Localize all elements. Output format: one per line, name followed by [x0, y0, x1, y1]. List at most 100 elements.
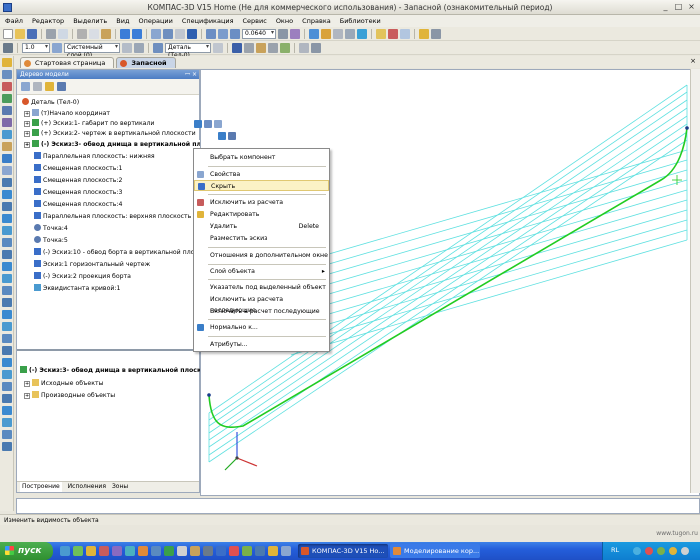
menu-operations[interactable]: Операции — [138, 17, 172, 25]
tree-item-point[interactable]: Точка:4 — [34, 224, 68, 234]
quicklaunch-media-icon[interactable] — [86, 546, 96, 556]
tray-volume-icon[interactable] — [681, 547, 689, 555]
sub-tree-root[interactable]: (-) Эскиз:3- обвод днища в вертикальной … — [20, 366, 213, 376]
layer-icon[interactable] — [228, 132, 236, 140]
close-tab-icon[interactable]: × — [690, 57, 696, 65]
hide-icon[interactable] — [214, 120, 222, 128]
tree-window-icon[interactable] — [57, 82, 66, 91]
menu-item-exclude[interactable]: Исключить из расчета — [194, 197, 329, 208]
layer-props-icon[interactable] — [134, 42, 144, 53]
wireframe-icon[interactable] — [333, 28, 343, 39]
task-browser[interactable]: Моделирование кор... — [390, 544, 480, 558]
constraint-icon[interactable] — [2, 382, 12, 391]
redo-icon[interactable] — [132, 28, 142, 39]
spline-icon[interactable] — [2, 214, 12, 223]
rotate-icon[interactable] — [290, 28, 300, 39]
spec-icon[interactable] — [2, 154, 12, 163]
filter-tool-icon[interactable] — [2, 142, 12, 151]
orient-combo-icon[interactable] — [153, 42, 163, 53]
hidden-lines-icon[interactable] — [345, 28, 355, 39]
line-icon[interactable] — [2, 202, 12, 211]
tree-item-plane[interactable]: Смещенная плоскость:4 — [34, 200, 122, 210]
tray-app-icon[interactable] — [669, 547, 677, 555]
tab-zapasnoy[interactable]: Запасной — [116, 57, 176, 68]
quicklaunch-app-icon[interactable] — [203, 546, 213, 556]
quicklaunch-desktop-icon[interactable] — [73, 546, 83, 556]
quicklaunch-ie-icon[interactable] — [60, 546, 70, 556]
menu-item-include-following[interactable]: Включить в расчет последующие — [194, 306, 329, 317]
menu-item-relations[interactable]: Отношения в дополнительном окне — [194, 250, 329, 261]
menu-item-hide[interactable]: Скрыть — [194, 180, 329, 191]
contour-icon[interactable] — [2, 274, 12, 283]
expand-icon[interactable]: + — [24, 393, 30, 399]
undo-icon[interactable] — [120, 28, 130, 39]
hatch-icon[interactable] — [2, 406, 12, 415]
point-icon[interactable] — [2, 238, 12, 247]
helix-icon[interactable] — [2, 262, 12, 271]
filter-icon[interactable] — [376, 28, 386, 39]
quicklaunch-app-icon[interactable] — [242, 546, 252, 556]
preview-icon[interactable] — [58, 28, 68, 39]
quicklaunch-app-icon[interactable] — [112, 546, 122, 556]
edit-sketch-icon[interactable] — [194, 120, 202, 128]
show-icon[interactable] — [218, 132, 226, 140]
style-icon[interactable] — [256, 42, 266, 53]
quicklaunch-app-icon[interactable] — [255, 546, 265, 556]
quicklaunch-app-icon[interactable] — [281, 546, 291, 556]
project-icon[interactable] — [2, 310, 12, 319]
save-icon[interactable] — [27, 28, 37, 39]
grid-icon[interactable] — [400, 28, 410, 39]
properties-icon[interactable] — [151, 28, 161, 39]
display-mode-icon[interactable] — [311, 42, 321, 53]
tab-start-page[interactable]: Стартовая страница — [20, 57, 115, 68]
symbol-icon[interactable] — [2, 442, 12, 451]
curves-icon[interactable] — [2, 190, 12, 199]
tree-item-sketch-10[interactable]: (-) Эскиз:10 - обвод борта в вертикально… — [34, 248, 212, 258]
measure-tool-icon[interactable] — [2, 130, 12, 139]
zoom-out-icon[interactable] — [230, 28, 240, 39]
sheet-body-icon[interactable] — [2, 118, 12, 127]
properties-bar[interactable] — [16, 498, 700, 514]
tree-splitter[interactable] — [17, 349, 199, 351]
tree-item-sketch-1[interactable]: + (+) Эскиз:1- габарит по вертикали — [24, 119, 154, 129]
section-icon[interactable] — [299, 42, 309, 53]
layer-manager-icon[interactable] — [52, 42, 62, 53]
start-button[interactable]: пуск — [0, 542, 53, 560]
quicklaunch-app-icon[interactable] — [190, 546, 200, 556]
task-kompas[interactable]: КОМПАС-3D V15 Ho... — [298, 544, 388, 558]
layer-combo[interactable]: Системный слой (0) — [64, 42, 120, 59]
layer-state-icon[interactable] — [122, 42, 132, 53]
zoom-in-icon[interactable] — [206, 28, 216, 39]
close-button[interactable]: × — [686, 2, 697, 12]
text-icon[interactable] — [2, 418, 12, 427]
tree-item-point[interactable]: Точка:5 — [34, 236, 68, 246]
pan-icon[interactable] — [278, 28, 288, 39]
menu-view[interactable]: Вид — [116, 17, 129, 25]
menu-window[interactable]: Окно — [276, 17, 293, 25]
elements-icon[interactable] — [2, 178, 12, 187]
tray-app-icon[interactable] — [657, 547, 665, 555]
copy-icon[interactable] — [89, 28, 99, 39]
menu-item-delete[interactable]: Удалить Delete — [194, 221, 329, 232]
color-dropdown-icon[interactable] — [244, 42, 254, 53]
quicklaunch-app-icon[interactable] — [151, 546, 161, 556]
sub-tree-source[interactable]: + Исходные объекты — [24, 379, 103, 389]
arc-icon[interactable] — [2, 226, 12, 235]
tree-item-plane[interactable]: Параллельная плоскость: верхняя плоскост… — [34, 212, 191, 222]
shaded-icon[interactable] — [321, 28, 331, 39]
expand-icon[interactable]: + — [24, 121, 30, 127]
expand-icon[interactable]: + — [24, 131, 30, 137]
expand-icon[interactable]: + — [24, 142, 30, 148]
sub-tree-derived[interactable]: + Производные объекты — [24, 391, 115, 401]
minimize-button[interactable]: _ — [660, 2, 671, 12]
offset-icon[interactable] — [2, 322, 12, 331]
tree-item-origin[interactable]: + (т)Начало координат — [24, 109, 110, 119]
tree-item-offset-curve[interactable]: Эквидистанта кривой:1 — [34, 284, 120, 294]
quicklaunch-app-icon[interactable] — [177, 546, 187, 556]
tree-item-sketch-horizontal[interactable]: Эскиз:1 горизонтальный чертеж — [34, 260, 150, 270]
orientation-icon[interactable] — [309, 28, 319, 39]
new-file-icon[interactable] — [3, 28, 13, 39]
quicklaunch-app-icon[interactable] — [125, 546, 135, 556]
menu-item-select-component[interactable]: Выбрать компонент — [194, 152, 329, 163]
snap-icon[interactable] — [388, 28, 398, 39]
